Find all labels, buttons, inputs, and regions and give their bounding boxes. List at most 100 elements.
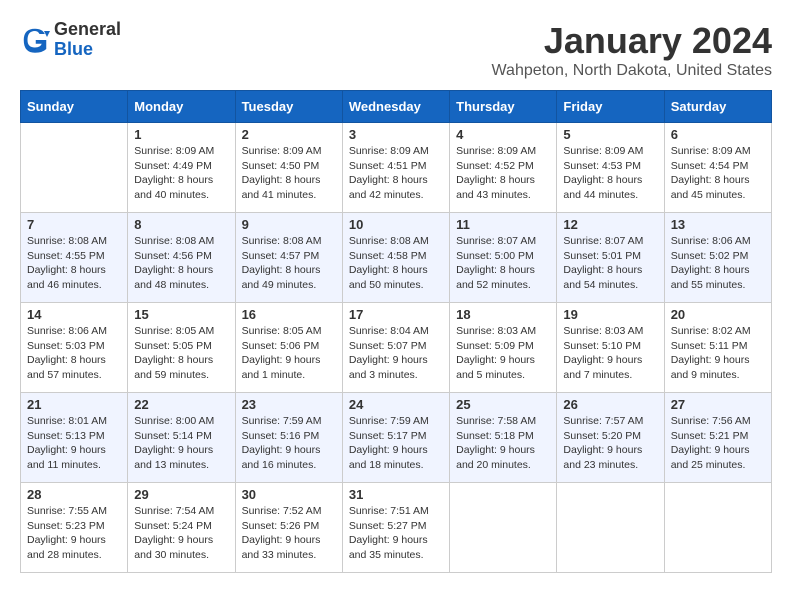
day-info: Sunrise: 8:00 AMSunset: 5:14 PMDaylight:… — [134, 414, 228, 473]
logo-text: General Blue — [54, 20, 121, 60]
day-info: Sunrise: 7:58 AMSunset: 5:18 PMDaylight:… — [456, 414, 550, 473]
weekday-header-cell: Monday — [128, 91, 235, 123]
day-number: 11 — [456, 217, 550, 232]
day-number: 22 — [134, 397, 228, 412]
calendar-day-cell: 29 Sunrise: 7:54 AMSunset: 5:24 PMDayligh… — [128, 483, 235, 573]
day-number: 17 — [349, 307, 443, 322]
day-number: 26 — [563, 397, 657, 412]
calendar-day-cell: 14Sunrise: 8:06 AMSunset: 5:03 PMDayligh… — [21, 303, 128, 393]
day-number: 29 — [134, 487, 228, 502]
calendar-day-cell: 4Sunrise: 8:09 AMSunset: 4:52 PMDaylight… — [450, 123, 557, 213]
day-number: 30 — [242, 487, 336, 502]
calendar-day-cell: 24 Sunrise: 7:59 AMSunset: 5:17 PMDayligh… — [342, 393, 449, 483]
day-info: Sunrise: 7:51 AMSunset: 5:27 PMDaylight:… — [349, 504, 443, 563]
calendar-day-cell: 25Sunrise: 7:58 AMSunset: 5:18 PMDayligh… — [450, 393, 557, 483]
day-info: Sunrise: 7:59 AMSunset: 5:16 PMDaylight:… — [242, 414, 336, 473]
day-number: 18 — [456, 307, 550, 322]
day-info: Sunrise: 7:52 AMSunset: 5:26 PMDaylight:… — [242, 504, 336, 563]
day-info: Sunrise: 8:09 AMSunset: 4:54 PMDaylight:… — [671, 144, 765, 203]
calendar-day-cell: 18Sunrise: 8:03 AMSunset: 5:09 PMDayligh… — [450, 303, 557, 393]
day-info: Sunrise: 8:05 AMSunset: 5:06 PMDaylight:… — [242, 324, 336, 383]
calendar-day-cell: 23 Sunrise: 7:59 AMSunset: 5:16 PMDayligh… — [235, 393, 342, 483]
location-title: Wahpeton, North Dakota, United States — [492, 62, 772, 80]
calendar-day-cell — [21, 123, 128, 213]
weekday-header-cell: Tuesday — [235, 91, 342, 123]
calendar-day-cell: 12Sunrise: 8:07 AMSunset: 5:01 PMDayligh… — [557, 213, 664, 303]
title-section: January 2024 Wahpeton, North Dakota, Uni… — [492, 20, 772, 80]
day-number: 21 — [27, 397, 121, 412]
day-info: Sunrise: 7:54 AMSunset: 5:24 PMDaylight:… — [134, 504, 228, 563]
day-number: 27 — [671, 397, 765, 412]
weekday-header-cell: Friday — [557, 91, 664, 123]
day-info: Sunrise: 7:59 AMSunset: 5:17 PMDaylight:… — [349, 414, 443, 473]
calendar-day-cell: 31 Sunrise: 7:51 AMSunset: 5:27 PMDayligh… — [342, 483, 449, 573]
day-number: 15 — [134, 307, 228, 322]
day-number: 31 — [349, 487, 443, 502]
day-info: Sunrise: 7:56 AMSunset: 5:21 PMDaylight:… — [671, 414, 765, 473]
day-number: 9 — [242, 217, 336, 232]
day-number: 6 — [671, 127, 765, 142]
day-info: Sunrise: 8:09 AMSunset: 4:49 PMDaylight:… — [134, 144, 228, 203]
month-title: January 2024 — [492, 20, 772, 62]
calendar-day-cell: 10 Sunrise: 8:08 AMSunset: 4:58 PMDayligh… — [342, 213, 449, 303]
day-info: Sunrise: 8:09 AMSunset: 4:53 PMDaylight:… — [563, 144, 657, 203]
calendar-day-cell: 5Sunrise: 8:09 AMSunset: 4:53 PMDaylight… — [557, 123, 664, 213]
day-number: 3 — [349, 127, 443, 142]
day-number: 2 — [242, 127, 336, 142]
day-info: Sunrise: 8:05 AMSunset: 5:05 PMDaylight:… — [134, 324, 228, 383]
day-info: Sunrise: 7:55 AMSunset: 5:23 PMDaylight:… — [27, 504, 121, 563]
calendar-day-cell: 21 Sunrise: 8:01 AMSunset: 5:13 PMDayligh… — [21, 393, 128, 483]
page-header: General Blue January 2024 Wahpeton, Nort… — [20, 20, 772, 80]
day-number: 16 — [242, 307, 336, 322]
calendar-day-cell: 20Sunrise: 8:02 AMSunset: 5:11 PMDayligh… — [664, 303, 771, 393]
calendar-day-cell: 17 Sunrise: 8:04 AMSunset: 5:07 PMDayligh… — [342, 303, 449, 393]
day-info: Sunrise: 7:57 AMSunset: 5:20 PMDaylight:… — [563, 414, 657, 473]
calendar-day-cell: 3Sunrise: 8:09 AMSunset: 4:51 PMDaylight… — [342, 123, 449, 213]
weekday-header-cell: Thursday — [450, 91, 557, 123]
day-number: 23 — [242, 397, 336, 412]
calendar-day-cell: 19Sunrise: 8:03 AMSunset: 5:10 PMDayligh… — [557, 303, 664, 393]
calendar-day-cell: 13Sunrise: 8:06 AMSunset: 5:02 PMDayligh… — [664, 213, 771, 303]
calendar-day-cell: 22 Sunrise: 8:00 AMSunset: 5:14 PMDayligh… — [128, 393, 235, 483]
calendar-day-cell: 9 Sunrise: 8:08 AMSunset: 4:57 PMDaylight… — [235, 213, 342, 303]
calendar-week-row: 1Sunrise: 8:09 AMSunset: 4:49 PMDaylight… — [21, 123, 772, 213]
calendar-day-cell: 26 Sunrise: 7:57 AMSunset: 5:20 PMDayligh… — [557, 393, 664, 483]
calendar-week-row: 28Sunrise: 7:55 AMSunset: 5:23 PMDayligh… — [21, 483, 772, 573]
day-info: Sunrise: 8:08 AMSunset: 4:55 PMDaylight:… — [27, 234, 121, 293]
calendar-week-row: 21 Sunrise: 8:01 AMSunset: 5:13 PMDayligh… — [21, 393, 772, 483]
calendar-day-cell: 11Sunrise: 8:07 AMSunset: 5:00 PMDayligh… — [450, 213, 557, 303]
calendar-day-cell: 7Sunrise: 8:08 AMSunset: 4:55 PMDaylight… — [21, 213, 128, 303]
day-info: Sunrise: 8:01 AMSunset: 5:13 PMDaylight:… — [27, 414, 121, 473]
day-info: Sunrise: 8:08 AMSunset: 4:57 PMDaylight:… — [242, 234, 336, 293]
logo-icon — [20, 25, 50, 55]
day-number: 8 — [134, 217, 228, 232]
day-info: Sunrise: 8:09 AMSunset: 4:52 PMDaylight:… — [456, 144, 550, 203]
day-info: Sunrise: 8:02 AMSunset: 5:11 PMDaylight:… — [671, 324, 765, 383]
day-info: Sunrise: 8:08 AMSunset: 4:56 PMDaylight:… — [134, 234, 228, 293]
day-number: 12 — [563, 217, 657, 232]
calendar-day-cell: 2 Sunrise: 8:09 AMSunset: 4:50 PMDaylight… — [235, 123, 342, 213]
day-number: 14 — [27, 307, 121, 322]
day-number: 24 — [349, 397, 443, 412]
weekday-header-cell: Saturday — [664, 91, 771, 123]
day-number: 10 — [349, 217, 443, 232]
calendar-day-cell: 6 Sunrise: 8:09 AMSunset: 4:54 PMDaylight… — [664, 123, 771, 213]
day-info: Sunrise: 8:03 AMSunset: 5:10 PMDaylight:… — [563, 324, 657, 383]
calendar-day-cell: 15 Sunrise: 8:05 AMSunset: 5:05 PMDayligh… — [128, 303, 235, 393]
calendar-body: 1Sunrise: 8:09 AMSunset: 4:49 PMDaylight… — [21, 123, 772, 573]
calendar-day-cell: 30 Sunrise: 7:52 AMSunset: 5:26 PMDayligh… — [235, 483, 342, 573]
calendar-day-cell — [450, 483, 557, 573]
calendar-day-cell — [557, 483, 664, 573]
day-info: Sunrise: 8:04 AMSunset: 5:07 PMDaylight:… — [349, 324, 443, 383]
calendar-day-cell: 8 Sunrise: 8:08 AMSunset: 4:56 PMDaylight… — [128, 213, 235, 303]
calendar-table: SundayMondayTuesdayWednesdayThursdayFrid… — [20, 90, 772, 573]
weekday-header-cell: Sunday — [21, 91, 128, 123]
day-info: Sunrise: 8:09 AMSunset: 4:50 PMDaylight:… — [242, 144, 336, 203]
day-info: Sunrise: 8:08 AMSunset: 4:58 PMDaylight:… — [349, 234, 443, 293]
calendar-day-cell: 28Sunrise: 7:55 AMSunset: 5:23 PMDayligh… — [21, 483, 128, 573]
weekday-header-row: SundayMondayTuesdayWednesdayThursdayFrid… — [21, 91, 772, 123]
calendar-day-cell: 1Sunrise: 8:09 AMSunset: 4:49 PMDaylight… — [128, 123, 235, 213]
calendar-week-row: 7Sunrise: 8:08 AMSunset: 4:55 PMDaylight… — [21, 213, 772, 303]
calendar-day-cell: 16 Sunrise: 8:05 AMSunset: 5:06 PMDayligh… — [235, 303, 342, 393]
logo: General Blue — [20, 20, 121, 60]
